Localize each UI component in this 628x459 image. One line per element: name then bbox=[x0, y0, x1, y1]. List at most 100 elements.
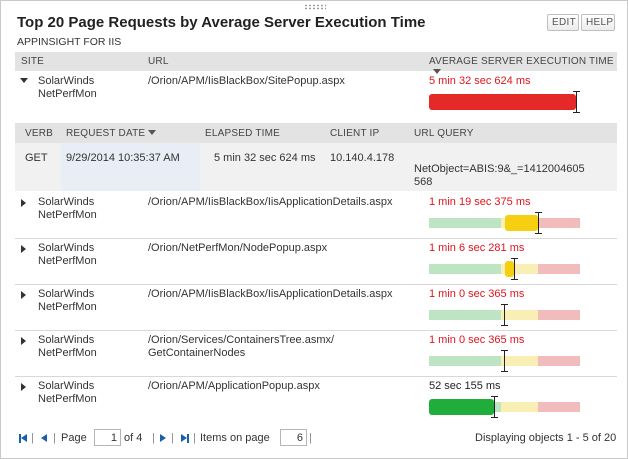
column-header-time-label: AVERAGE SERVER EXECUTION TIME bbox=[429, 56, 614, 67]
gauge-marker-stroke bbox=[491, 417, 498, 418]
detail-url-query-line: NetObject=ABIS:9&_=1412004605 bbox=[414, 163, 585, 175]
table-row: SolarWinds NetPerfMon /Orion/Services/Con… bbox=[15, 330, 617, 376]
detail-header-request-date-label: REQUEST DATE bbox=[66, 128, 146, 139]
gauge-ok-fill bbox=[429, 399, 494, 415]
pager-separator: | bbox=[53, 432, 56, 444]
site-name-line: NetPerfMon bbox=[38, 255, 97, 267]
next-page-icon[interactable] bbox=[160, 434, 166, 442]
page-url: /Orion/Services/ContainersTree.asmx/GetC… bbox=[148, 334, 334, 360]
detail-row: GET 9/29/2014 10:35:37 AM 5 min 32 sec 6… bbox=[15, 143, 617, 191]
resource-title: Top 20 Page Requests by Average Server E… bbox=[17, 14, 426, 31]
page-count: of 4 bbox=[124, 432, 143, 444]
site-name-line: NetPerfMon bbox=[38, 301, 97, 313]
expand-row-icon[interactable] bbox=[21, 337, 26, 345]
gauge-marker-stroke bbox=[511, 279, 518, 280]
site-name-line: SolarWinds bbox=[38, 75, 95, 87]
detail-header-verb[interactable]: VERB bbox=[25, 128, 53, 139]
page-url: /Orion/NetPerfMon/NodePopup.aspx bbox=[148, 242, 327, 255]
gauge-marker-stroke bbox=[501, 304, 508, 305]
gauge-marker-stroke bbox=[504, 350, 505, 372]
resource-panel: Top 20 Page Requests by Average Server E… bbox=[0, 0, 628, 459]
detail-elapsed: 5 min 32 sec 624 ms bbox=[214, 152, 316, 164]
execution-time-gauge bbox=[429, 304, 580, 326]
gauge-warning-zone bbox=[429, 264, 501, 274]
gauge-critical-fill bbox=[429, 94, 576, 110]
gauge-marker-stroke bbox=[535, 233, 542, 234]
page-url-line: /Orion/APM/ApplicationPopup.aspx bbox=[148, 380, 320, 392]
page-url-line: /Orion/NetPerfMon/NodePopup.aspx bbox=[148, 242, 328, 254]
detail-header-url-query[interactable]: URL QUERY bbox=[414, 128, 474, 139]
site-name-line: SolarWinds bbox=[38, 288, 95, 300]
help-button[interactable]: HELP bbox=[581, 14, 615, 31]
last-page-icon[interactable] bbox=[181, 434, 189, 443]
gauge-critical-zone bbox=[538, 218, 580, 228]
page-url-line: /Orion/APM/IisBlackBox/SitePopup.aspx bbox=[148, 75, 345, 87]
page-url: /Orion/APM/IisBlackBox/IisApplicationDet… bbox=[148, 196, 393, 209]
page-url-line: /Orion/Services/ContainersTree.asmx/ bbox=[148, 334, 335, 346]
gauge-marker-stroke bbox=[501, 371, 508, 372]
gauge-marker-stroke bbox=[494, 396, 495, 418]
detail-header-request-date[interactable]: REQUEST DATE bbox=[66, 128, 157, 139]
expand-row-icon[interactable] bbox=[21, 245, 26, 253]
gauge-marker-stroke bbox=[538, 212, 539, 234]
gauge-warning-zone bbox=[429, 218, 501, 228]
table-row: SolarWinds NetPerfMon /Orion/APM/IisBlack… bbox=[15, 72, 617, 122]
execution-time-value: 52 sec 155 ms bbox=[429, 380, 501, 392]
gauge-warning-fill bbox=[505, 215, 538, 231]
gauge-critical-zone bbox=[538, 264, 580, 274]
edit-button[interactable]: EDIT bbox=[547, 14, 579, 31]
displaying-objects-summary: Displaying objects 1 - 5 of 20 bbox=[475, 432, 617, 444]
pagination-bar: | | Page of 4 | | | Items on page | Disp… bbox=[15, 429, 617, 449]
execution-time-value: 1 min 0 sec 365 ms bbox=[429, 334, 525, 346]
gauge-marker-stroke bbox=[573, 91, 580, 92]
site-name-line: SolarWinds bbox=[38, 334, 95, 346]
sort-descending-icon bbox=[148, 129, 157, 135]
site-name-line: NetPerfMon bbox=[38, 88, 97, 100]
site-name: SolarWinds NetPerfMon bbox=[38, 75, 97, 101]
site-name: SolarWinds NetPerfMon bbox=[38, 196, 97, 222]
collapse-row-icon[interactable] bbox=[20, 78, 28, 83]
site-name: SolarWinds NetPerfMon bbox=[38, 380, 97, 406]
gauge-marker-stroke bbox=[501, 325, 508, 326]
page-url: /Orion/APM/IisBlackBox/IisApplicationDet… bbox=[148, 288, 393, 301]
site-name-line: NetPerfMon bbox=[38, 209, 97, 221]
detail-header-client-ip[interactable]: CLIENT IP bbox=[330, 128, 379, 139]
page-url: /Orion/APM/IisBlackBox/SitePopup.aspx bbox=[148, 75, 345, 88]
gauge-marker-stroke bbox=[576, 91, 577, 113]
previous-page-icon[interactable] bbox=[41, 434, 47, 442]
gauge-critical-zone bbox=[538, 402, 580, 412]
detail-url-query: NetObject=ABIS:9&_=1412004605 568 bbox=[414, 163, 585, 189]
page-number-input[interactable] bbox=[94, 429, 121, 446]
gauge-marker-stroke bbox=[573, 112, 580, 113]
drag-handle-icon[interactable] bbox=[304, 4, 326, 10]
execution-time-gauge bbox=[429, 350, 580, 372]
expand-row-icon[interactable] bbox=[21, 383, 26, 391]
items-per-page-input[interactable] bbox=[280, 429, 307, 446]
page-url: /Orion/APM/ApplicationPopup.aspx bbox=[148, 380, 320, 393]
gauge-marker-stroke bbox=[504, 304, 505, 326]
column-header-url[interactable]: URL bbox=[148, 56, 169, 67]
execution-time-gauge bbox=[429, 91, 580, 113]
expand-row-icon[interactable] bbox=[21, 291, 26, 299]
gauge-marker-stroke bbox=[511, 258, 518, 259]
column-header-site[interactable]: SITE bbox=[21, 56, 44, 67]
table-header: SITE URL AVERAGE SERVER EXECUTION TIME bbox=[15, 52, 617, 74]
execution-time-gauge bbox=[429, 212, 580, 234]
pager-separator: | bbox=[193, 432, 196, 444]
detail-header-elapsed[interactable]: ELAPSED TIME bbox=[205, 128, 280, 139]
gauge-warning-zone bbox=[429, 356, 501, 366]
gauge-value-marker bbox=[511, 258, 518, 280]
resource-subtitle: APPINSIGHT FOR IIS bbox=[17, 36, 122, 48]
detail-url-query-line: 568 bbox=[414, 176, 433, 188]
site-name-line: SolarWinds bbox=[38, 242, 95, 254]
page-url-line: GetContainerNodes bbox=[148, 347, 246, 359]
first-page-icon[interactable] bbox=[19, 434, 27, 443]
gauge-critical-zone bbox=[538, 310, 580, 320]
gauge-marker-stroke bbox=[491, 396, 498, 397]
gauge-marker-stroke bbox=[501, 350, 508, 351]
gauge-marker-stroke bbox=[535, 212, 542, 213]
detail-request-date: 9/29/2014 10:35:37 AM bbox=[66, 152, 180, 164]
gauge-value-marker bbox=[501, 350, 508, 372]
site-name-line: SolarWinds bbox=[38, 380, 95, 392]
expand-row-icon[interactable] bbox=[21, 199, 26, 207]
